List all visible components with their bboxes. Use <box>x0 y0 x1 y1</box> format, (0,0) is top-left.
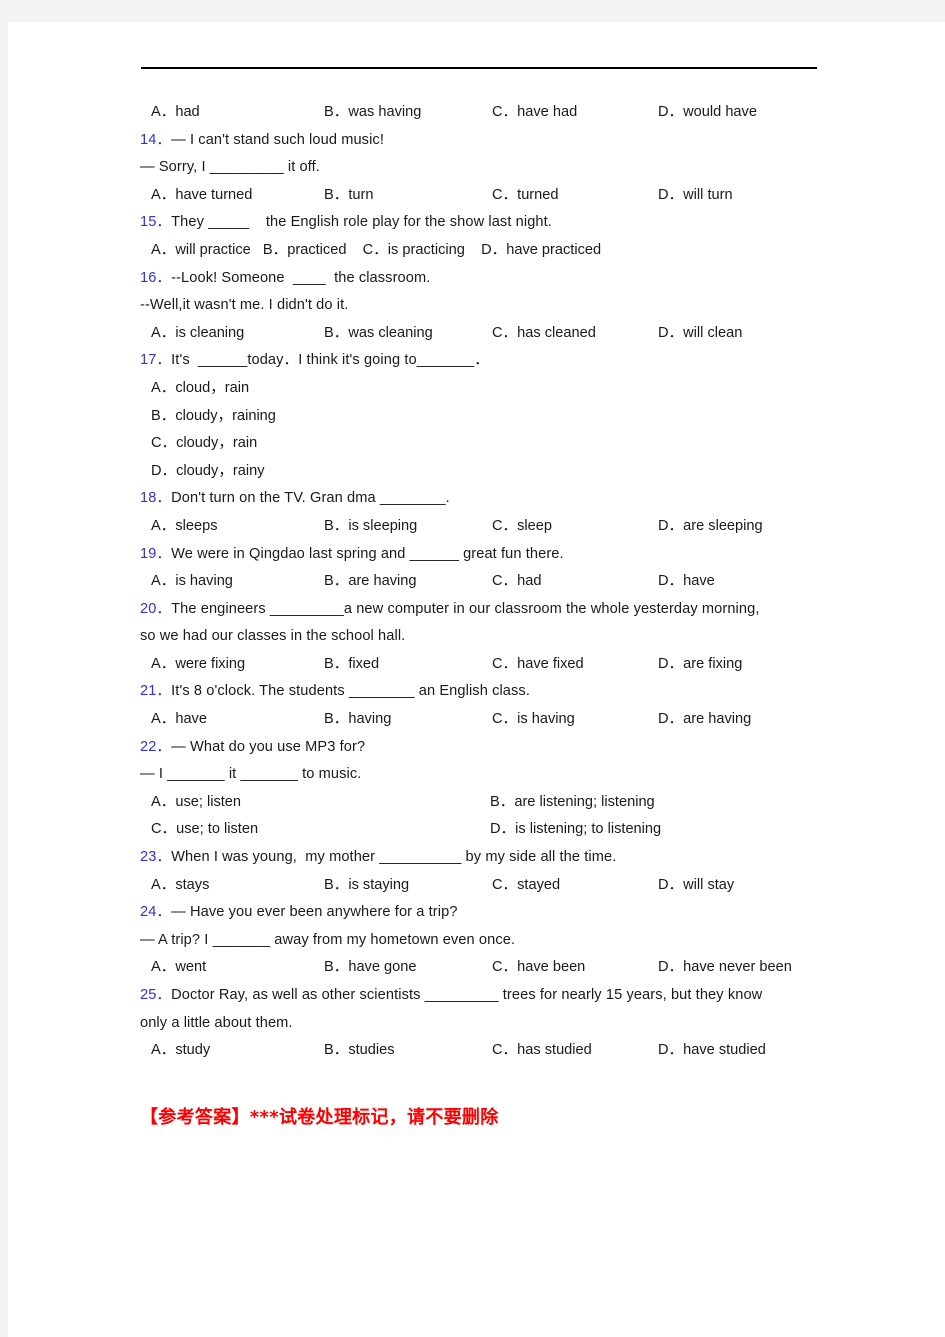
question-14-text1: — I can't stand such loud music! <box>171 131 384 148</box>
question-23-text: When I was young, my mother __________ b… <box>171 849 617 866</box>
option-d[interactable]: D．will turn <box>658 182 733 210</box>
question-22-stem-line2: — I _______ it _______ to music. <box>140 766 362 783</box>
question-14-stem-line2: — Sorry, I _________ it off. <box>140 159 320 176</box>
option-a[interactable]: A．study <box>151 1037 210 1065</box>
question-20-options: A．were fixing B．fixed C．have fixed D．are… <box>140 651 830 679</box>
option-a[interactable]: A．had <box>151 99 200 127</box>
question-15-stem: 15．They _____ the English role play for … <box>140 209 830 237</box>
question-25-text1: Doctor Ray, as well as other scientists … <box>171 987 763 1003</box>
question-24-stem-line1: 24．— Have you ever been anywhere for a t… <box>140 899 830 927</box>
question-20-stem-line1: 20．The engineers _________a new computer… <box>140 596 830 624</box>
question-18-stem: 18．Don't turn on the TV. Gran dma ______… <box>140 485 830 513</box>
option-c[interactable]: C．use; to listen <box>151 816 258 844</box>
option-c[interactable]: C．has studied <box>492 1037 592 1065</box>
question-17-option-a[interactable]: A．cloud，rain <box>140 375 830 403</box>
option-d[interactable]: D．are having <box>658 706 751 734</box>
option-c[interactable]: C．has cleaned <box>492 320 596 348</box>
question-17-stem: 17．It's ______today．I think it's going t… <box>140 347 830 375</box>
option-c[interactable]: C．have been <box>492 954 585 982</box>
question-16-options: A．is cleaning B．was cleaning C．has clean… <box>140 320 830 348</box>
question-17-text: It's ______today．I think it's going to__… <box>171 352 489 369</box>
question-14-options: A．have turned B．turn C．turned D．will tur… <box>140 182 830 210</box>
option-a[interactable]: A．sleeps <box>151 513 218 541</box>
option-d[interactable]: D．have <box>658 568 715 596</box>
option-b[interactable]: B．having <box>324 706 391 734</box>
option-b[interactable]: B．is sleeping <box>324 513 417 541</box>
question-25-stem-line2: only a little about them. <box>140 1014 293 1031</box>
question-24-stem-line2: — A trip? I _______ away from my hometow… <box>140 931 516 948</box>
document-content: A．had B．was having C．have had D．would ha… <box>140 67 830 1129</box>
question-17-option-b[interactable]: B．cloudy，raining <box>140 403 830 431</box>
option-c[interactable]: C．sleep <box>492 513 552 541</box>
question-23-stem: 23．When I was young, my mother _________… <box>140 844 830 872</box>
option-d[interactable]: D．have studied <box>658 1037 766 1065</box>
option-a[interactable]: A．went <box>151 954 206 982</box>
question-23-options: A．stays B．is staying C．stayed D．will sta… <box>140 872 830 900</box>
option-b[interactable]: B．are listening; listening <box>490 789 655 817</box>
question-21-options: A．have B．having C．is having D．are having <box>140 706 830 734</box>
document-page: A．had B．was having C．have had D．would ha… <box>8 22 945 1337</box>
option-d[interactable]: D．are fixing <box>658 651 742 679</box>
question-17-option-c[interactable]: C．cloudy，rain <box>140 430 830 458</box>
option-b[interactable]: B．are having <box>324 568 416 596</box>
question-18-options: A．sleeps B．is sleeping C．sleep D．are sle… <box>140 513 830 541</box>
option-d[interactable]: D．is listening; to listening <box>490 816 661 844</box>
option-c[interactable]: C．stayed <box>492 872 560 900</box>
question-24-options: A．went B．have gone C．have been D．have ne… <box>140 954 830 982</box>
question-25-options: A．study B．studies C．has studied D．have s… <box>140 1037 830 1065</box>
option-d[interactable]: D．will stay <box>658 872 734 900</box>
option-a[interactable]: A．is having <box>151 568 233 596</box>
question-15-text: They _____ the English role play for the… <box>171 214 552 231</box>
question-16-stem-line1: 16．--Look! Someone ____ the classroom. <box>140 265 830 293</box>
question-18-number: 18． <box>140 490 172 507</box>
question-21-text: It's 8 o'clock. The students ________ an… <box>171 683 530 700</box>
option-b[interactable]: B．turn <box>324 182 373 210</box>
question-19-options: A．is having B．are having C．had D．have <box>140 568 830 596</box>
option-a[interactable]: A．is cleaning <box>151 320 244 348</box>
question-25-stem-line1: 25．Doctor Ray, as well as other scientis… <box>140 982 830 1010</box>
option-c[interactable]: C．had <box>492 568 541 596</box>
option-d[interactable]: D．have never been <box>658 954 792 982</box>
option-b[interactable]: B．have gone <box>324 954 417 982</box>
option-d[interactable]: D．are sleeping <box>658 513 763 541</box>
option-d[interactable]: D．will clean <box>658 320 742 348</box>
question-14-stem-line1: 14．— I can't stand such loud music! <box>140 127 830 155</box>
option-c[interactable]: C．turned <box>492 182 559 210</box>
option-b[interactable]: B．was having <box>324 99 421 127</box>
option-c[interactable]: C．have fixed <box>492 651 584 679</box>
question-17-option-d[interactable]: D．cloudy，rainy <box>140 458 830 486</box>
question-16-text1: --Look! Someone ____ the classroom. <box>171 269 431 286</box>
option-c[interactable]: C．have had <box>492 99 577 127</box>
question-22-text1: — What do you use MP3 for? <box>171 738 366 755</box>
question-18-text: Don't turn on the TV. Gran dma ________. <box>171 490 450 507</box>
option-c[interactable]: C．is having <box>492 706 575 734</box>
question-15-options[interactable]: A．will practice B．practiced C．is practic… <box>140 237 830 265</box>
option-d[interactable]: D．would have <box>658 99 757 127</box>
question-20-text1: The engineers _________a new computer in… <box>171 600 760 617</box>
option-b[interactable]: B．studies <box>324 1037 395 1065</box>
option-a[interactable]: A．have turned <box>151 182 252 210</box>
option-a[interactable]: A．have <box>151 706 207 734</box>
question-16-stem-line2: --Well,it wasn't me. I didn't do it. <box>140 297 349 314</box>
question-13-options: A．had B．was having C．have had D．would ha… <box>140 99 830 127</box>
question-21-stem: 21．It's 8 o'clock. The students ________… <box>140 678 830 706</box>
question-20-stem-line2: so we had our classes in the school hall… <box>140 628 406 645</box>
question-22-options: A．use; listen B．are listening; listening… <box>140 789 830 844</box>
option-a[interactable]: A．were fixing <box>151 651 245 679</box>
option-b[interactable]: B．is staying <box>324 872 409 900</box>
question-19-text: We were in Qingdao last spring and _____… <box>171 545 564 562</box>
question-22-stem-line1: 22．— What do you use MP3 for? <box>140 734 830 762</box>
option-b[interactable]: B．fixed <box>324 651 379 679</box>
option-b[interactable]: B．was cleaning <box>324 320 433 348</box>
question-24-text1: — Have you ever been anywhere for a trip… <box>171 904 458 921</box>
question-19-stem: 19．We were in Qingdao last spring and __… <box>140 541 830 569</box>
option-a[interactable]: A．use; listen <box>151 789 241 817</box>
header-rule <box>141 67 817 69</box>
option-a[interactable]: A．stays <box>151 872 209 900</box>
answer-key-marker: 【参考答案】***试卷处理标记，请不要删除 <box>140 1106 499 1128</box>
